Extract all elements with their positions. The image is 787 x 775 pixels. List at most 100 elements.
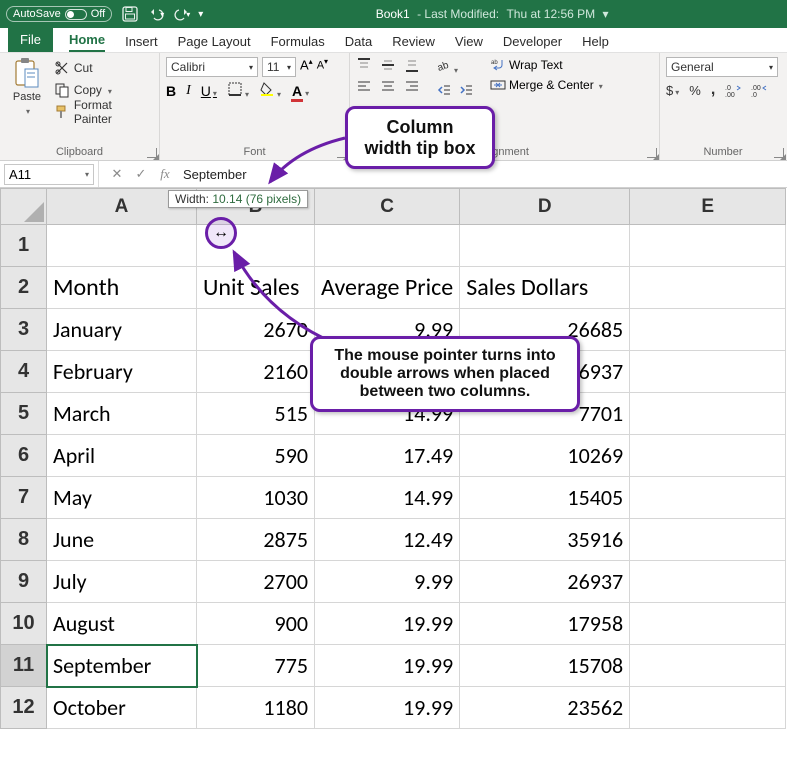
cell[interactable] xyxy=(630,687,786,729)
cell[interactable]: May xyxy=(47,477,197,519)
cell[interactable]: 2700 xyxy=(197,561,315,603)
select-all-corner[interactable] xyxy=(1,189,47,225)
row-header-1[interactable]: 1 xyxy=(1,225,47,267)
tab-developer[interactable]: Developer xyxy=(503,31,562,52)
wrap-text-button[interactable]: ab Wrap Text xyxy=(490,57,603,73)
redo-icon[interactable] xyxy=(174,6,190,22)
row-header-12[interactable]: 12 xyxy=(1,687,47,729)
cell[interactable]: 15708 xyxy=(460,645,630,687)
tab-view[interactable]: View xyxy=(455,31,483,52)
cell[interactable]: Month xyxy=(47,267,197,309)
percent-button[interactable]: % xyxy=(689,83,701,98)
col-header-e[interactable]: E xyxy=(630,189,786,225)
increase-decimal-icon[interactable]: .0.00 xyxy=(725,82,741,98)
cell[interactable]: 19.99 xyxy=(315,603,460,645)
align-top-icon[interactable] xyxy=(356,57,372,73)
cell[interactable]: June xyxy=(47,519,197,561)
cell[interactable]: 1180 xyxy=(197,687,315,729)
number-format-select[interactable]: General▾ xyxy=(666,57,778,77)
cell[interactable]: Sales Dollars xyxy=(460,267,630,309)
row-header-11[interactable]: 11 xyxy=(1,645,47,687)
number-launcher[interactable] xyxy=(774,148,784,158)
cell[interactable] xyxy=(630,267,786,309)
border-button[interactable] xyxy=(227,81,249,100)
merge-center-button[interactable]: Merge & Center xyxy=(490,77,603,93)
cell[interactable] xyxy=(630,519,786,561)
row-header-8[interactable]: 8 xyxy=(1,519,47,561)
cut-button[interactable]: Cut xyxy=(54,57,153,79)
align-center-icon[interactable] xyxy=(380,79,396,95)
increase-font-icon[interactable]: A▴ xyxy=(300,57,313,77)
align-middle-icon[interactable] xyxy=(380,57,396,73)
cancel-x-icon[interactable]: ✕ xyxy=(105,166,129,182)
last-modified-dd[interactable]: ▾ xyxy=(603,7,609,21)
cell[interactable] xyxy=(630,393,786,435)
cell[interactable]: 14.99 xyxy=(315,477,460,519)
cell[interactable]: 590 xyxy=(197,435,315,477)
align-bottom-icon[interactable] xyxy=(404,57,420,73)
row-header-7[interactable]: 7 xyxy=(1,477,47,519)
cell[interactable]: 900 xyxy=(197,603,315,645)
cell[interactable]: August xyxy=(47,603,197,645)
cell[interactable]: 1030 xyxy=(197,477,315,519)
cell[interactable] xyxy=(630,435,786,477)
cell[interactable]: 35916 xyxy=(460,519,630,561)
copy-dropdown[interactable] xyxy=(106,83,112,97)
tab-file[interactable]: File xyxy=(8,27,53,52)
format-painter-button[interactable]: Format Painter xyxy=(54,101,153,123)
bold-button[interactable]: B xyxy=(166,83,176,99)
cell[interactable]: January xyxy=(47,309,197,351)
tab-review[interactable]: Review xyxy=(392,31,435,52)
cell[interactable]: 12.49 xyxy=(315,519,460,561)
tab-data[interactable]: Data xyxy=(345,31,372,52)
comma-button[interactable]: , xyxy=(711,81,715,99)
col-header-d[interactable]: D xyxy=(460,189,630,225)
name-box[interactable]: A11 ▾ xyxy=(4,164,94,185)
italic-button[interactable]: I xyxy=(186,83,191,99)
cell[interactable]: April xyxy=(47,435,197,477)
cell[interactable]: 19.99 xyxy=(315,645,460,687)
underline-button[interactable]: U xyxy=(201,83,217,99)
cell[interactable]: 10269 xyxy=(460,435,630,477)
undo-icon[interactable] xyxy=(148,6,164,22)
cell[interactable]: 17958 xyxy=(460,603,630,645)
cell[interactable] xyxy=(630,477,786,519)
save-icon[interactable] xyxy=(122,6,138,22)
spreadsheet-grid[interactable]: A B C D E 1 2 MonthUnit SalesAverage Pri… xyxy=(0,188,787,729)
cell[interactable] xyxy=(630,603,786,645)
cell[interactable]: 19.99 xyxy=(315,687,460,729)
row-header-4[interactable]: 4 xyxy=(1,351,47,393)
alignment-launcher[interactable] xyxy=(647,148,657,158)
cell[interactable] xyxy=(630,645,786,687)
cell[interactable] xyxy=(630,351,786,393)
tab-formulas[interactable]: Formulas xyxy=(271,31,325,52)
row-header-10[interactable]: 10 xyxy=(1,603,47,645)
cell[interactable]: 26937 xyxy=(460,561,630,603)
enter-check-icon[interactable]: ✓ xyxy=(129,166,153,182)
cell[interactable] xyxy=(47,225,197,267)
row-header-9[interactable]: 9 xyxy=(1,561,47,603)
cell[interactable] xyxy=(460,225,630,267)
cell[interactable]: 23562 xyxy=(460,687,630,729)
tab-home[interactable]: Home xyxy=(69,29,105,52)
decrease-indent-icon[interactable] xyxy=(436,82,452,98)
row-header-2[interactable]: 2 xyxy=(1,267,47,309)
cell[interactable]: 9.99 xyxy=(315,561,460,603)
cell[interactable] xyxy=(630,561,786,603)
cell[interactable]: March xyxy=(47,393,197,435)
paste-button[interactable]: Paste xyxy=(6,57,48,117)
cell[interactable] xyxy=(630,309,786,351)
align-right-icon[interactable] xyxy=(404,79,420,95)
clipboard-launcher[interactable] xyxy=(147,148,157,158)
cell-active[interactable]: September xyxy=(47,645,197,687)
row-header-6[interactable]: 6 xyxy=(1,435,47,477)
decrease-font-icon[interactable]: A▾ xyxy=(317,57,328,77)
autosave-toggle[interactable]: AutoSave Off xyxy=(6,6,112,22)
cell[interactable]: 2160 xyxy=(197,351,315,393)
fill-color-button[interactable] xyxy=(259,81,281,100)
align-left-icon[interactable] xyxy=(356,79,372,95)
cell[interactable]: 17.49 xyxy=(315,435,460,477)
font-color-button[interactable]: A xyxy=(291,83,309,99)
merge-dropdown[interactable] xyxy=(597,78,603,92)
cell[interactable]: 775 xyxy=(197,645,315,687)
